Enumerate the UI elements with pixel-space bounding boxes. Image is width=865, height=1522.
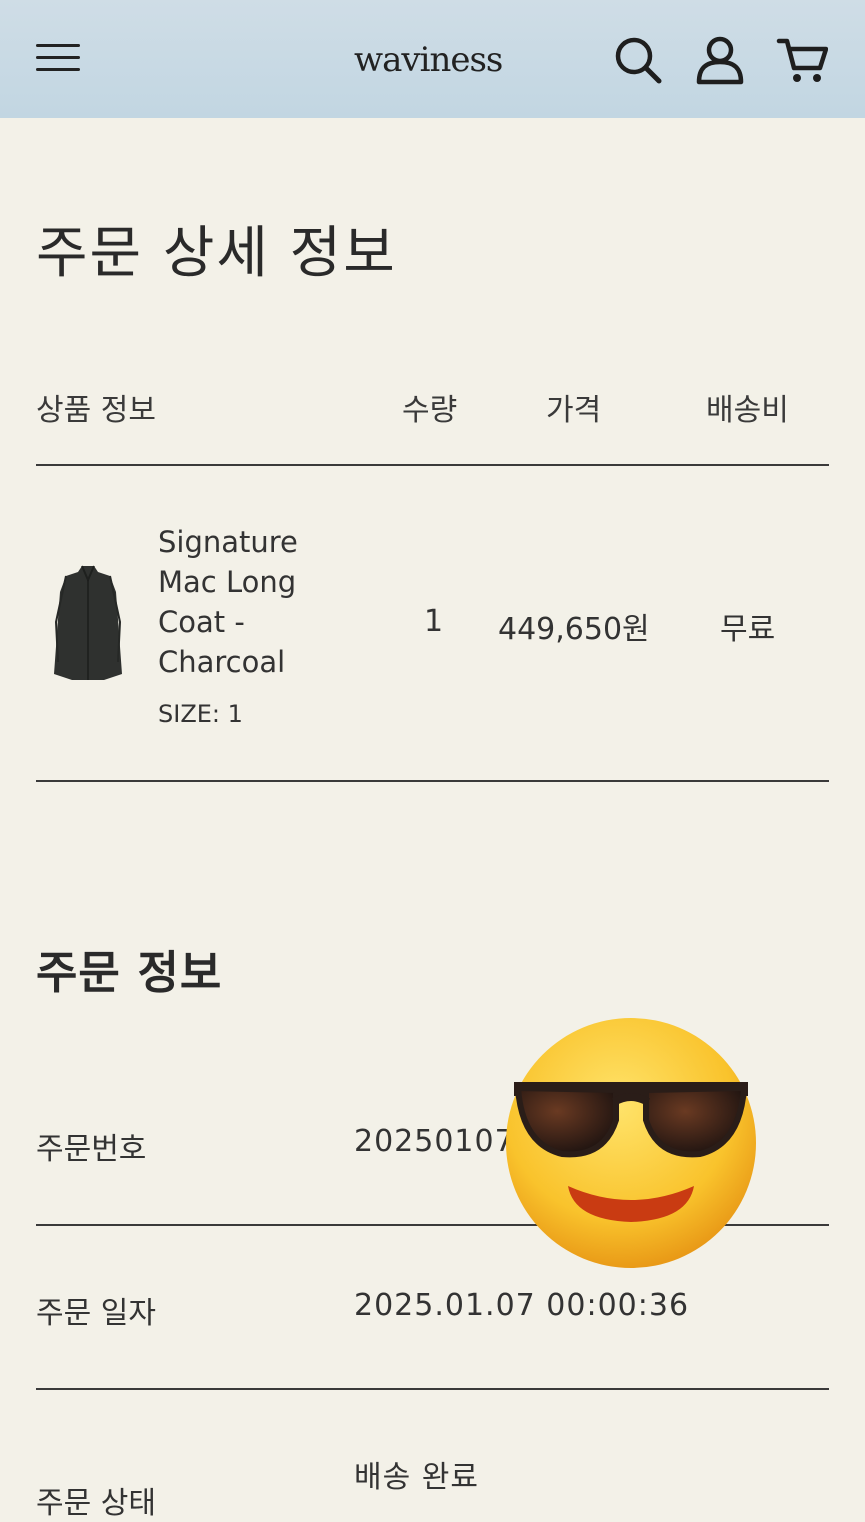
order-info-title: 주문 정보 [36, 946, 223, 999]
product-thumbnail[interactable] [52, 562, 124, 684]
product-name-line: Charcoal [158, 645, 286, 679]
product-quantity: 1 [424, 604, 444, 639]
divider [36, 780, 829, 782]
sunglasses-emoji-icon [504, 1016, 758, 1270]
product-name-line: Mac Long [158, 565, 297, 599]
brand-logo[interactable]: waviness [354, 40, 514, 86]
search-icon[interactable] [612, 34, 664, 86]
product-size: SIZE: 1 [158, 700, 243, 728]
order-date-label: 주문 일자 [36, 1296, 156, 1331]
column-header-price: 가격 [546, 393, 602, 428]
order-date-value: 2025.01.07 00:00:36 [354, 1288, 690, 1323]
order-status-value: 배송 완료 [354, 1460, 479, 1495]
column-header-quantity: 수량 [402, 393, 458, 428]
product-shipping: 무료 [720, 612, 776, 647]
product-name[interactable]: Signature Mac Long Coat - Charcoal [158, 522, 358, 682]
order-number-label: 주문번호 [36, 1132, 147, 1167]
divider [36, 1388, 829, 1390]
app-header: waviness [0, 0, 865, 118]
divider [36, 464, 829, 466]
order-number-value: 20250107 [354, 1124, 515, 1159]
product-price: 449,650원 [498, 612, 650, 647]
user-icon[interactable] [694, 34, 746, 86]
product-name-line: Coat - [158, 605, 245, 639]
order-status-label: 주문 상태 [36, 1486, 156, 1521]
product-name-line: Signature [158, 525, 298, 559]
column-header-product: 상품 정보 [36, 393, 156, 428]
menu-icon[interactable] [36, 40, 80, 76]
cart-icon[interactable] [776, 34, 828, 86]
page-title: 주문 상세 정보 [36, 221, 397, 286]
column-header-shipping: 배송비 [706, 393, 789, 428]
